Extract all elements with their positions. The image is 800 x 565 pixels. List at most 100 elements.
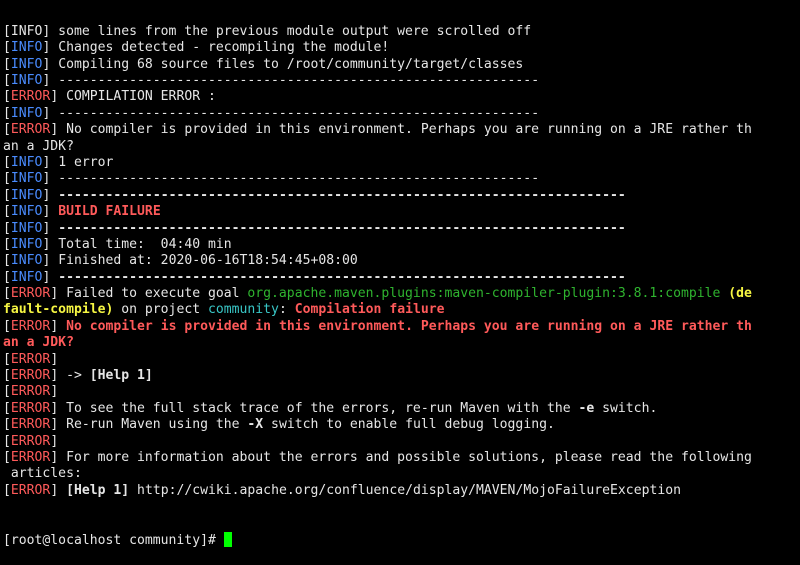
- output-line: [ERROR] To see the full stack trace of t…: [3, 401, 797, 417]
- output-text: [: [3, 220, 11, 236]
- output-text: [: [3, 400, 11, 416]
- output-text: [: [3, 154, 11, 170]
- output-text: [: [3, 122, 11, 138]
- output-text: ]: [50, 384, 59, 400]
- output-text: ]: [50, 433, 59, 449]
- output-text: ] Changes detected - recompiling the mod…: [42, 40, 390, 56]
- output-text: ERROR: [10, 384, 51, 400]
- output-line: [INFO] some lines from the previous modu…: [3, 24, 797, 40]
- output-line: [ERROR] No compiler is provided in this …: [3, 319, 797, 335]
- output-text: ]: [42, 220, 59, 236]
- output-text: :: [278, 302, 295, 318]
- output-text: ]: [50, 482, 67, 498]
- output-text: INFO: [10, 154, 43, 170]
- output-text: [: [3, 40, 11, 56]
- output-text: [: [3, 56, 11, 72]
- output-text: [: [3, 286, 11, 302]
- output-text: [: [3, 253, 11, 269]
- output-line: [INFO] 1 error: [3, 155, 797, 171]
- output-text: ] Failed to execute goal: [50, 286, 248, 302]
- output-text: ] COMPILATION ERROR :: [50, 89, 216, 105]
- output-text: ] No compiler is provided in this enviro…: [50, 122, 752, 138]
- output-text: [: [3, 368, 11, 384]
- output-text: INFO: [10, 105, 43, 121]
- output-line: [ERROR]: [3, 384, 797, 400]
- output-text: INFO: [10, 187, 43, 203]
- output-text: an a JDK?: [3, 335, 74, 351]
- output-text: ERROR: [10, 368, 51, 384]
- output-text: ] Finished at: 2020-06-16T18:54:45+08:00: [42, 253, 358, 269]
- output-text: INFO: [10, 171, 43, 187]
- output-text: [INFO] some lines from the previous modu…: [3, 23, 532, 39]
- output-line: [INFO] ---------------------------------…: [3, 270, 797, 286]
- output-line: [INFO] ---------------------------------…: [3, 171, 797, 187]
- output-line: an a JDK?: [3, 139, 797, 155]
- output-text: articles:: [3, 466, 82, 482]
- output-line: [INFO] ---------------------------------…: [3, 221, 797, 237]
- output-text: [: [3, 187, 11, 203]
- output-text: ] --------------------------------------…: [42, 171, 540, 187]
- output-text: [: [3, 384, 11, 400]
- output-text: ] To see the full stack trace of the err…: [50, 400, 579, 416]
- output-text: [: [3, 204, 11, 220]
- output-line: [ERROR] No compiler is provided in this …: [3, 122, 797, 138]
- output-line: [INFO] BUILD FAILURE: [3, 204, 797, 220]
- output-line: [ERROR] [Help 1] http://cwiki.apache.org…: [3, 483, 797, 499]
- output-line: [INFO] Finished at: 2020-06-16T18:54:45+…: [3, 253, 797, 269]
- output-text: fault-compile): [3, 302, 114, 318]
- output-line: [ERROR]: [3, 352, 797, 368]
- output-text: BUILD FAILURE: [58, 204, 161, 220]
- output-text: ]: [50, 318, 67, 334]
- output-line: [INFO] ---------------------------------…: [3, 106, 797, 122]
- output-line: [ERROR] Re-run Maven using the -X switch…: [3, 417, 797, 433]
- output-text: ]: [42, 269, 59, 285]
- output-text: ]: [42, 187, 59, 203]
- output-text: ] Re-run Maven using the: [50, 417, 248, 433]
- output-line: [INFO] Compiling 68 source files to /roo…: [3, 57, 797, 73]
- output-text: ERROR: [10, 318, 51, 334]
- output-text: [: [3, 236, 11, 252]
- output-text: INFO: [10, 220, 43, 236]
- output-text: [: [3, 433, 11, 449]
- terminal-window[interactable]: [INFO] some lines from the previous modu…: [3, 0, 797, 565]
- output-text: INFO: [10, 253, 43, 269]
- output-line: fault-compile) on project community: Com…: [3, 302, 797, 318]
- output-line: [ERROR] For more information about the e…: [3, 450, 797, 466]
- output-text: org.apache.maven.plugins:maven-compiler-…: [247, 286, 721, 302]
- output-text: -e: [578, 400, 595, 416]
- output-line: [INFO] Changes detected - recompiling th…: [3, 40, 797, 56]
- shell-prompt-line[interactable]: [root@localhost community]#: [3, 531, 797, 548]
- cursor-block: [223, 531, 232, 547]
- output-text: INFO: [10, 204, 43, 220]
- output-text: ERROR: [10, 351, 51, 367]
- output-text: ERROR: [10, 482, 51, 498]
- output-text: [: [3, 171, 11, 187]
- output-line: articles:: [3, 466, 797, 482]
- output-line: [INFO] ---------------------------------…: [3, 188, 797, 204]
- output-text: ]: [42, 204, 59, 220]
- output-text: ERROR: [10, 417, 51, 433]
- output-text: [: [3, 449, 11, 465]
- output-text: ERROR: [10, 286, 51, 302]
- output-line: [ERROR]: [3, 434, 797, 450]
- output-text: ERROR: [10, 122, 51, 138]
- output-text: community: [207, 302, 279, 318]
- output-text: switch to enable full debug logging.: [263, 417, 555, 433]
- output-text: [: [3, 269, 11, 285]
- shell-prompt: [root@localhost community]#: [3, 532, 224, 548]
- output-line: [ERROR] -> [Help 1]: [3, 368, 797, 384]
- output-text: [: [3, 417, 11, 433]
- output-text: ] --------------------------------------…: [42, 72, 540, 88]
- output-text: an a JDK?: [3, 138, 74, 154]
- output-text: No compiler is provided in this environm…: [66, 318, 752, 334]
- output-text: ] Total time: 04:40 min: [42, 236, 232, 252]
- terminal-output: [INFO] some lines from the previous modu…: [3, 24, 797, 499]
- output-text: ] --------------------------------------…: [42, 105, 540, 121]
- output-text: [Help 1]: [89, 368, 153, 384]
- output-text: ] Compiling 68 source files to /root/com…: [42, 56, 524, 72]
- output-text: ERROR: [10, 449, 51, 465]
- output-text: [: [3, 89, 11, 105]
- output-text: ] For more information about the errors …: [50, 449, 752, 465]
- output-line: [INFO] Total time: 04:40 min: [3, 237, 797, 253]
- output-text: INFO: [10, 236, 43, 252]
